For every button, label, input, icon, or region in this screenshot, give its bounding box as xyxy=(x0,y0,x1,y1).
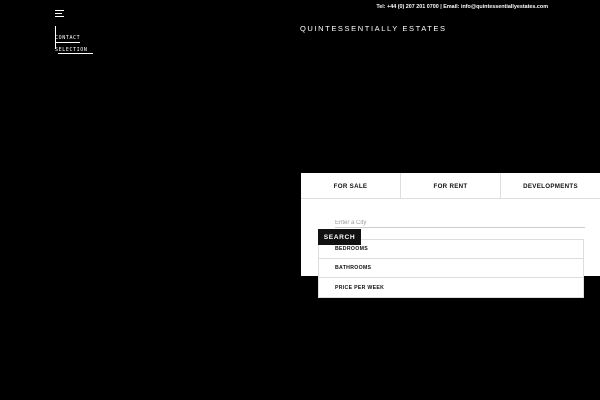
city-search-input[interactable] xyxy=(335,218,585,228)
menu-line-top xyxy=(55,10,64,11)
tab-for-rent[interactable]: FOR RENT xyxy=(401,173,501,199)
tab-developments[interactable]: DEVELOPMENTS xyxy=(501,173,600,199)
contact-bar[interactable]: Tel: +44 (0) 207 201 0700 | Email: info@… xyxy=(376,4,548,10)
listing-tabs: FOR SALE FOR RENT DEVELOPMENTS xyxy=(301,173,600,199)
contact-underline xyxy=(55,42,80,43)
menu-line-bottom xyxy=(55,16,64,17)
search-button[interactable]: SEARCH xyxy=(318,229,361,245)
menu-line-middle xyxy=(55,13,62,14)
filter-price-per-week[interactable]: PRICE PER WEEK xyxy=(319,278,583,297)
filter-dropdown-list: BEDROOMS BATHROOMS PRICE PER WEEK xyxy=(318,239,584,298)
hamburger-menu-icon[interactable] xyxy=(55,10,64,17)
filter-bathrooms[interactable]: BATHROOMS xyxy=(319,259,583,278)
brand-logo[interactable]: QUINTESSENTIALLY ESTATES xyxy=(300,24,450,33)
selection-underline xyxy=(58,53,93,54)
contact-link[interactable]: CONTACT xyxy=(55,35,80,41)
tab-for-sale[interactable]: FOR SALE xyxy=(301,173,401,199)
